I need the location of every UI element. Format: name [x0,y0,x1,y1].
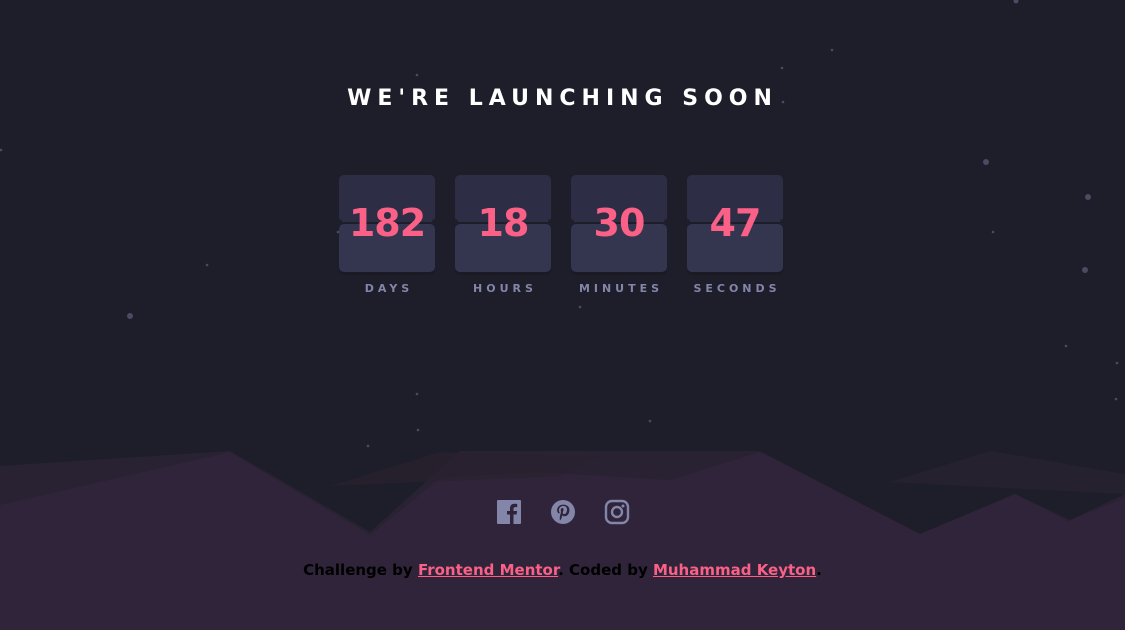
flip-card: 182 [336,175,438,272]
instagram-icon[interactable] [604,499,630,525]
countdown-hours: 18 HOURS [452,175,554,295]
challenge-prefix: Challenge by [303,561,418,579]
attribution: Challenge by Frontend Mentor. Coded by M… [0,561,1125,579]
seconds-label: SECONDS [693,282,781,295]
countdown-seconds: 47 SECONDS [684,175,786,295]
flip-card: 47 [684,175,786,272]
seconds-value: 47 [709,201,762,245]
countdown-days: 182 DAYS [336,175,438,295]
flip-card: 30 [568,175,670,272]
launch-page: WE'RE LAUNCHING SOON 182 DAYS 18 HOURS 3… [0,0,1125,630]
days-label: DAYS [364,282,414,295]
coded-prefix: . Coded by [558,561,653,579]
hours-label: HOURS [473,282,537,295]
hours-value: 18 [477,201,530,245]
minutes-label: MINUTES [578,282,664,295]
minutes-value: 30 [593,201,646,245]
author-link[interactable]: Muhammad Keyton [653,561,816,579]
flip-card: 18 [452,175,554,272]
social-links [496,499,630,527]
countdown-timer: 182 DAYS 18 HOURS 30 MINUTES 47 SECONDS [336,175,786,305]
page-title: WE'RE LAUNCHING SOON [347,86,778,111]
days-value: 182 [348,201,426,245]
attribution-suffix: . [816,561,822,579]
frontend-mentor-link[interactable]: Frontend Mentor [418,561,558,579]
countdown-minutes: 30 MINUTES [568,175,670,295]
pinterest-icon[interactable] [550,499,576,525]
facebook-icon[interactable] [496,499,522,525]
